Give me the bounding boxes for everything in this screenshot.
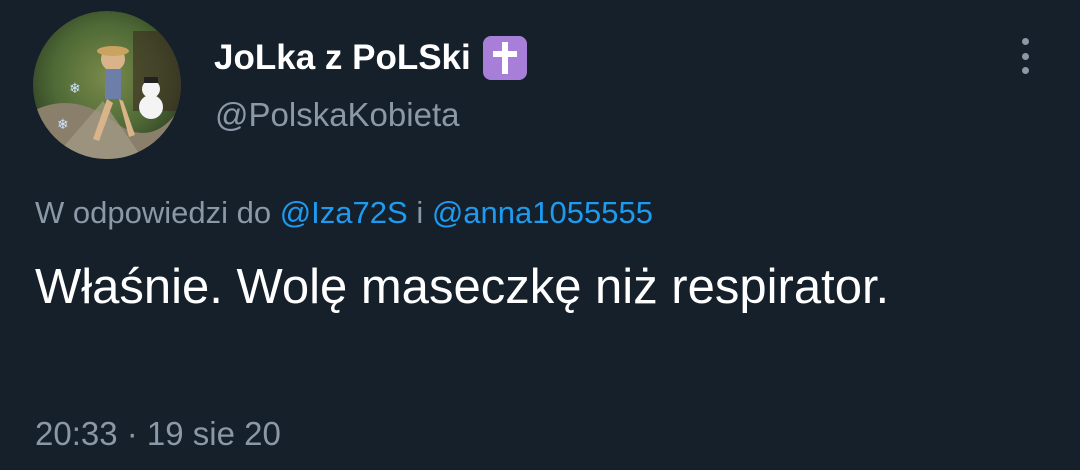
reply-mention-link[interactable]: @Iza72S [280,195,408,230]
display-name-text: JoLka z PoLSki [214,38,471,77]
avatar-photo-icon: ❄ ❄ [33,11,181,159]
tweet-timestamp[interactable]: 20:33 · 19 sie 20 [35,415,281,453]
tweet-card: ❄ ❄ JoLka z PoLSki @PolskaKobieta W odpo… [0,0,1080,470]
reply-conjunction: i [416,195,424,230]
author-display-name[interactable]: JoLka z PoLSki [214,34,527,82]
more-options-button[interactable] [1010,38,1040,74]
tweet-text: Właśnie. Wolę maseczkę niż respirator. [35,260,890,314]
reply-prefix: W odpowiedzi do [35,195,272,230]
reply-context: W odpowiedzi do @Iza72S i @anna1055555 [35,195,653,231]
latin-cross-emoji-icon [482,36,527,80]
more-vertical-icon [1021,38,1029,45]
svg-text:❄: ❄ [69,81,81,97]
svg-text:❄: ❄ [57,117,69,133]
author-avatar[interactable]: ❄ ❄ [33,11,181,159]
author-handle[interactable]: @PolskaKobieta [215,96,459,134]
reply-mention-link[interactable]: @anna1055555 [432,195,653,230]
